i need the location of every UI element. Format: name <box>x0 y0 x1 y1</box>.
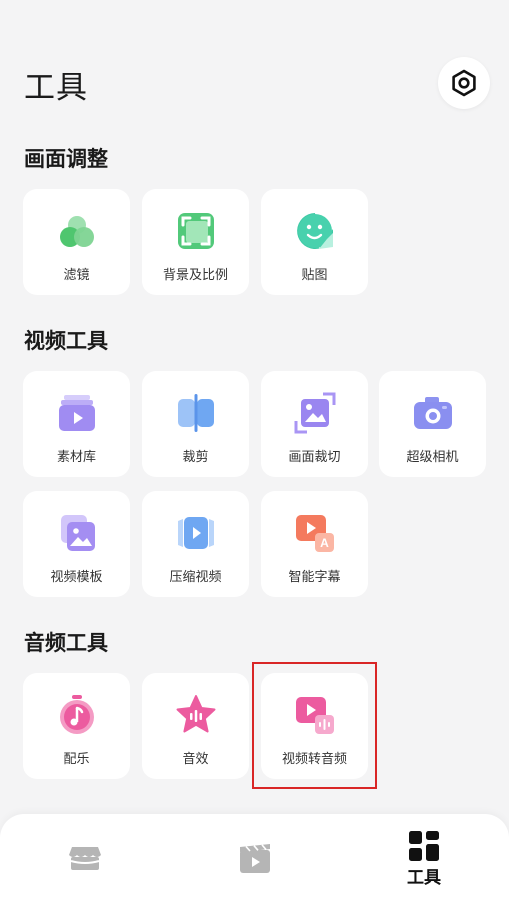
settings-button[interactable] <box>438 57 490 109</box>
tool-card-compress-video[interactable]: 压缩视频 <box>142 491 249 597</box>
tool-label: 滤镜 <box>63 268 90 283</box>
tool-label: 音效 <box>182 752 209 767</box>
crop-icon <box>293 391 337 435</box>
page-title: 工具 <box>24 70 88 106</box>
tool-card-video-template[interactable]: 视频模板 <box>23 491 130 597</box>
tool-label: 画面裁切 <box>288 450 341 465</box>
tool-card-filter[interactable]: 滤镜 <box>23 189 130 295</box>
sticker-icon <box>293 209 337 253</box>
tool-label: 裁剪 <box>182 450 209 465</box>
section-title-audio: 音频工具 <box>24 631 108 655</box>
tool-label: 贴图 <box>301 268 328 283</box>
trim-icon <box>174 391 218 435</box>
nav-item-clip[interactable] <box>195 814 315 905</box>
tool-label: 超级相机 <box>406 450 459 465</box>
tool-label: 视频模板 <box>50 570 103 585</box>
bottom-nav-bar: 工具 <box>0 814 509 905</box>
nav-item-tools[interactable]: 工具 <box>364 814 484 905</box>
background-ratio-icon <box>174 209 218 253</box>
tool-card-music[interactable]: 配乐 <box>23 673 130 779</box>
tool-label: 素材库 <box>56 450 96 465</box>
music-icon <box>55 693 99 737</box>
tool-card-trim[interactable]: 裁剪 <box>142 371 249 477</box>
tool-card-camera[interactable]: 超级相机 <box>379 371 486 477</box>
sound-effect-icon <box>174 693 218 737</box>
tool-label: 背景及比例 <box>162 268 228 283</box>
tool-label: 配乐 <box>63 752 90 767</box>
nav-item-store[interactable] <box>25 814 145 905</box>
selection-highlight <box>252 662 377 789</box>
section-title-adjust: 画面调整 <box>24 147 108 171</box>
compress-video-icon <box>174 511 218 555</box>
tool-card-material-library[interactable]: 素材库 <box>23 371 130 477</box>
svg-text:A: A <box>320 536 329 550</box>
clapperboard-icon <box>240 844 270 873</box>
tools-grid-icon <box>409 831 439 861</box>
section-title-video: 视频工具 <box>24 329 108 353</box>
tool-card-sticker[interactable]: 贴图 <box>261 189 368 295</box>
settings-hex-icon <box>452 69 476 97</box>
tool-label: 智能字幕 <box>288 570 341 585</box>
filter-icon <box>55 209 99 253</box>
material-library-icon <box>55 391 99 435</box>
tool-card-crop[interactable]: 画面裁切 <box>261 371 368 477</box>
smart-subtitle-icon: A <box>293 511 337 555</box>
nav-label-tools: 工具 <box>407 868 441 888</box>
camera-icon <box>411 391 455 435</box>
tool-label: 压缩视频 <box>169 570 222 585</box>
tool-card-background-ratio[interactable]: 背景及比例 <box>142 189 249 295</box>
tool-card-sound-effect[interactable]: 音效 <box>142 673 249 779</box>
store-icon <box>69 847 101 870</box>
tool-card-smart-subtitle[interactable]: A 智能字幕 <box>261 491 368 597</box>
video-template-icon <box>55 511 99 555</box>
